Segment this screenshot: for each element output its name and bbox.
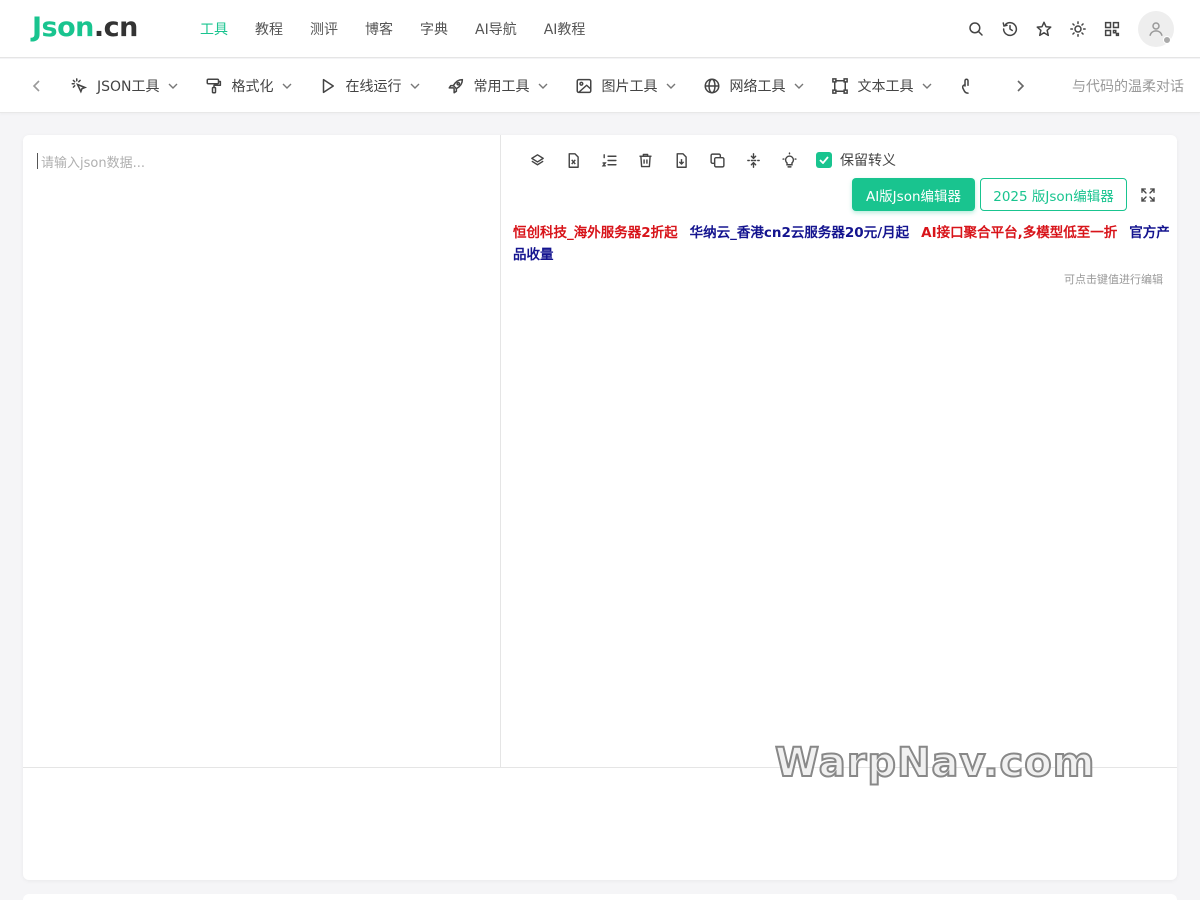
fullscreen-icon[interactable] [1138, 185, 1158, 205]
sparkle-click-icon [70, 77, 88, 95]
logo-main: Json [32, 12, 94, 43]
nav-blog[interactable]: 博客 [365, 19, 393, 39]
top-header: Json.cn 工具 教程 测评 博客 字典 AI导航 AI教程 [0, 0, 1200, 58]
category-label: 文本工具 [857, 79, 914, 95]
category-run-online[interactable]: 在线运行 [319, 76, 420, 96]
output-toolbar: 保留转义 [528, 150, 896, 170]
ordered-list-icon[interactable] [600, 151, 618, 169]
trash-icon[interactable] [636, 151, 654, 169]
site-slogan: 与代码的温柔对话 [1072, 79, 1184, 95]
chevron-down-icon [410, 83, 420, 89]
star-icon[interactable] [1034, 19, 1054, 39]
scroll-left-icon[interactable] [27, 76, 47, 96]
text-cursor [37, 153, 38, 169]
nav-reviews[interactable]: 测评 [310, 19, 338, 39]
category-image-tools[interactable]: 图片工具 [575, 76, 676, 96]
layers-icon[interactable] [528, 151, 546, 169]
presence-dot [1163, 36, 1171, 44]
rocket-icon [447, 77, 465, 95]
chevron-down-icon [922, 83, 932, 89]
ad-link[interactable]: 华纳云_香港cn2云服务器20元/月起 [690, 225, 909, 241]
keep-escape-option[interactable]: 保留转义 [816, 150, 896, 170]
sponsored-links: 恒创科技_海外服务器2折起 华纳云_香港cn2云服务器20元/月起 AI接口聚合平台… [513, 222, 1173, 266]
logo-tld: .cn [93, 12, 138, 43]
category-common-tools[interactable]: 常用工具 [447, 76, 548, 96]
nav-ai-tutorials[interactable]: AI教程 [544, 19, 586, 39]
main-nav: 工具 教程 测评 博客 字典 AI导航 AI教程 [200, 0, 612, 58]
category-json-tools[interactable]: JSON工具 [70, 76, 178, 96]
nav-tools[interactable]: 工具 [200, 19, 228, 39]
tool-category-bar: JSON工具 格式化 在线运行 常用工具 图片工具 网络工具 文本工具 与代码的… [0, 59, 1200, 113]
category-label: 图片工具 [601, 79, 658, 95]
chevron-down-icon [666, 83, 676, 89]
text-frame-icon [831, 77, 849, 95]
qr-icon[interactable] [1102, 19, 1122, 39]
theme-sun-icon[interactable] [1068, 19, 1088, 39]
tool-category-list: JSON工具 格式化 在线运行 常用工具 图片工具 网络工具 文本工具 [70, 59, 1010, 113]
copy-icon[interactable] [708, 151, 726, 169]
keep-escape-checkbox[interactable] [816, 152, 832, 168]
lightbulb-icon[interactable] [780, 151, 798, 169]
ad-link[interactable]: AI接口聚合平台,多模型低至一折 [921, 225, 1117, 241]
category-partial[interactable] [959, 77, 986, 95]
chevron-down-icon [168, 83, 178, 89]
history-icon[interactable] [1000, 19, 1020, 39]
scroll-right-icon[interactable] [1010, 76, 1030, 96]
category-text-tools[interactable]: 文本工具 [831, 76, 932, 96]
image-icon [575, 77, 593, 95]
compress-icon[interactable] [744, 151, 762, 169]
paint-roller-icon [205, 77, 223, 95]
edit-hint: 可点击键值进行编辑 [1064, 273, 1163, 286]
category-format[interactable]: 格式化 [205, 76, 292, 96]
ai-json-editor-button[interactable]: AI版Json编辑器 [852, 178, 975, 211]
user-avatar[interactable] [1138, 11, 1174, 47]
nav-dictionary[interactable]: 字典 [420, 19, 448, 39]
chevron-down-icon [282, 83, 292, 89]
hand-icon [959, 77, 977, 95]
file-excel-icon[interactable] [564, 151, 582, 169]
nav-ai-navigation[interactable]: AI导航 [475, 19, 517, 39]
json-input-placeholder: 请输入json数据... [41, 156, 145, 171]
play-icon [319, 77, 337, 95]
json-input-editor[interactable]: 请输入json数据... [23, 135, 501, 767]
ad-link[interactable]: 恒创科技_海外服务器2折起 [513, 225, 678, 241]
category-label: 在线运行 [345, 79, 402, 95]
search-icon[interactable] [966, 19, 986, 39]
category-label: 格式化 [231, 79, 274, 95]
json-editor-2025-button[interactable]: 2025 版Json编辑器 [980, 178, 1127, 211]
header-actions [952, 0, 1174, 58]
nav-tutorials[interactable]: 教程 [255, 19, 283, 39]
category-label: 常用工具 [473, 79, 530, 95]
file-download-icon[interactable] [672, 151, 690, 169]
category-label: JSON工具 [97, 79, 160, 95]
watermark-text: WarpNav.com [774, 739, 1096, 787]
keep-escape-label: 保留转义 [840, 153, 896, 169]
site-logo[interactable]: Json.cn [32, 12, 138, 43]
secondary-card [23, 894, 1177, 900]
category-label: 网络工具 [729, 79, 786, 95]
category-network-tools[interactable]: 网络工具 [703, 76, 804, 96]
json-output-panel: 保留转义 AI版Json编辑器 2025 版Json编辑器 恒创科技_海外服务器… [502, 135, 1177, 767]
globe-icon [703, 77, 721, 95]
chevron-down-icon [794, 83, 804, 89]
chevron-down-icon [538, 83, 548, 89]
